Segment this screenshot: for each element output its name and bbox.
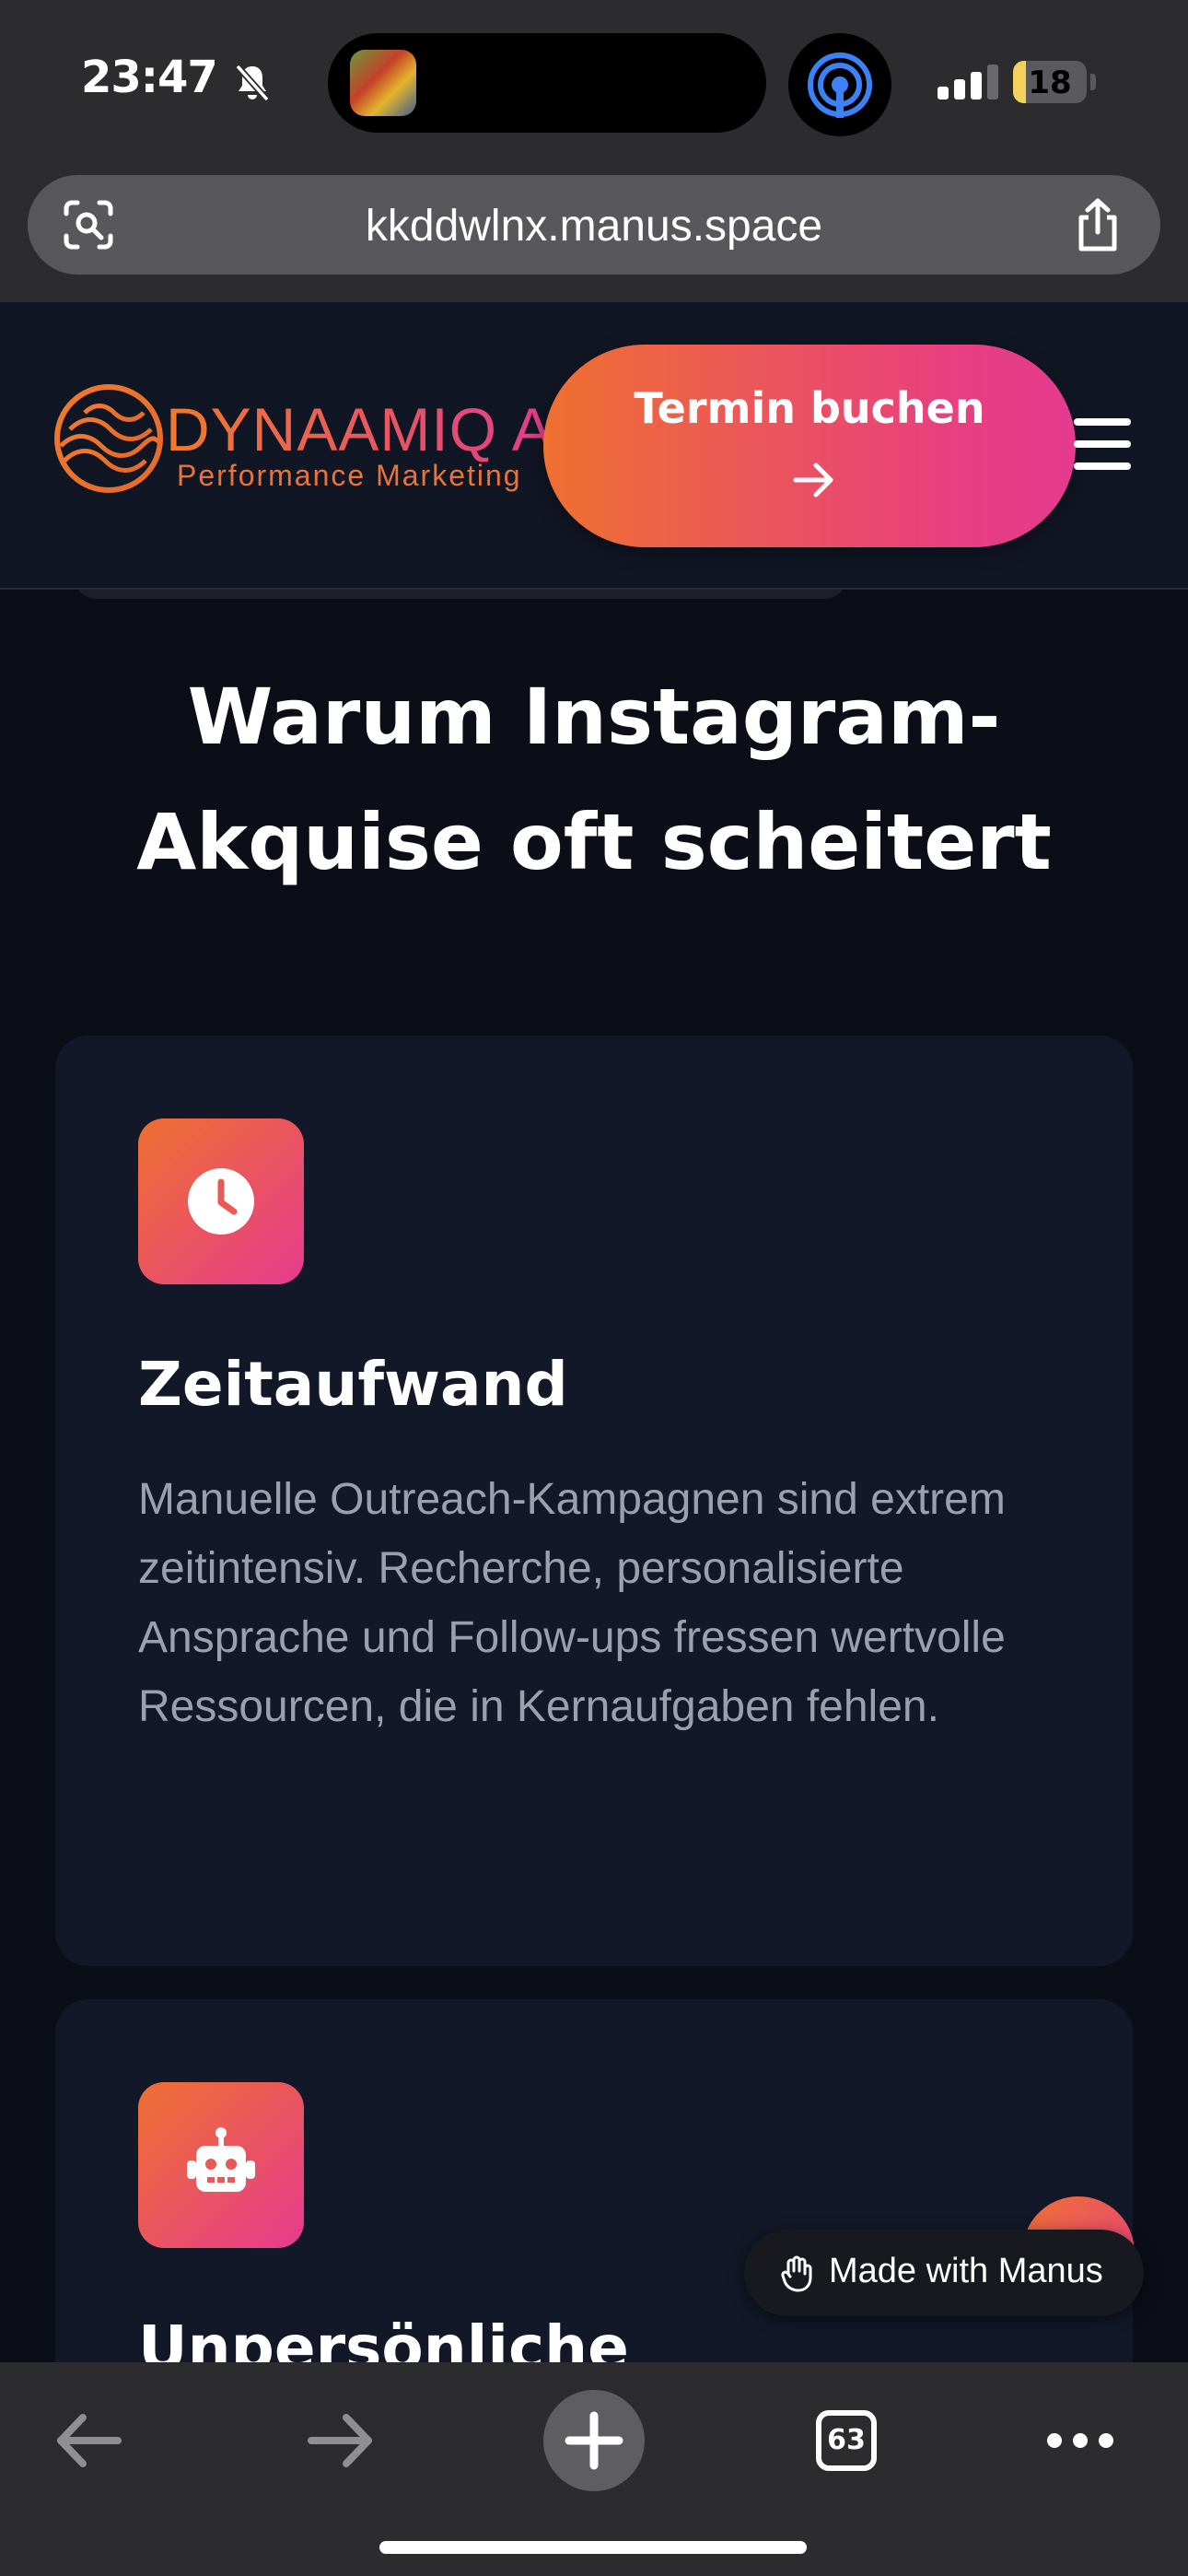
book-appointment-button[interactable]: Termin buchen — [543, 345, 1076, 547]
plus-icon — [565, 2411, 623, 2470]
tabs-count: 63 — [816, 2410, 877, 2471]
url-field[interactable]: kkddwlnx.manus.space — [28, 175, 1160, 275]
card-title: Unpersönliche — [138, 2313, 629, 2362]
card-icon-tile — [138, 1118, 304, 1284]
status-bar: 23:47 18 — [0, 0, 1188, 166]
airplay-activity — [788, 33, 891, 136]
arrow-right-icon — [793, 463, 833, 498]
share-icon[interactable] — [1072, 197, 1124, 252]
badge-label: Made with Manus — [829, 2252, 1103, 2290]
forward-arrow-icon[interactable] — [291, 2390, 392, 2491]
tabs-button[interactable]: 63 — [796, 2390, 897, 2491]
new-tab-button[interactable] — [543, 2390, 645, 2491]
muted-bell-icon — [235, 64, 270, 102]
status-time: 23:47 — [81, 52, 218, 103]
logo-tagline: Performance Marketing — [177, 459, 522, 492]
battery-nub — [1090, 74, 1096, 90]
logo-name[interactable]: DYNAAMIQ AI — [166, 394, 571, 464]
browser-address-bar: kkddwlnx.manus.space — [0, 166, 1188, 302]
broadcast-icon — [808, 53, 872, 118]
section-title: Warum Instagram-Akquise oft scheitert — [136, 672, 1052, 887]
logo-wave-icon[interactable] — [52, 381, 166, 496]
card-title: Zeitaufwand — [138, 1349, 568, 1420]
cta-label: Termin buchen — [634, 383, 985, 433]
battery-level: 18 — [1028, 64, 1072, 101]
card-icon-tile — [138, 2082, 304, 2248]
now-playing-artwork — [350, 50, 416, 116]
made-with-manus-badge[interactable]: Made with Manus — [744, 2230, 1144, 2316]
cellular-signal-icon — [938, 64, 998, 100]
home-indicator[interactable] — [379, 2541, 807, 2554]
site-header: DYNAAMIQ AI Performance Marketing Termin… — [0, 302, 1188, 590]
hand-wave-icon — [781, 2255, 812, 2292]
card-description: Manuelle Outreach-Kampagnen sind extrem … — [138, 1475, 1006, 1731]
problem-card: Zeitaufwand Manuelle Outreach-Kampagnen … — [55, 1036, 1133, 1966]
clock-icon — [188, 1168, 254, 1235]
robot-icon — [187, 2127, 255, 2192]
main-content: Warum Instagram-Akquise oft scheitert Ze… — [0, 590, 1188, 2362]
hamburger-icon[interactable] — [1074, 418, 1131, 470]
back-arrow-icon[interactable] — [37, 2390, 138, 2491]
battery-indicator: 18 — [1013, 61, 1087, 103]
ellipsis-icon[interactable] — [1030, 2390, 1131, 2491]
dynamic-island — [328, 33, 766, 133]
scrolled-badge-edge — [74, 590, 847, 599]
url-text: kkddwlnx.manus.space — [365, 202, 823, 251]
